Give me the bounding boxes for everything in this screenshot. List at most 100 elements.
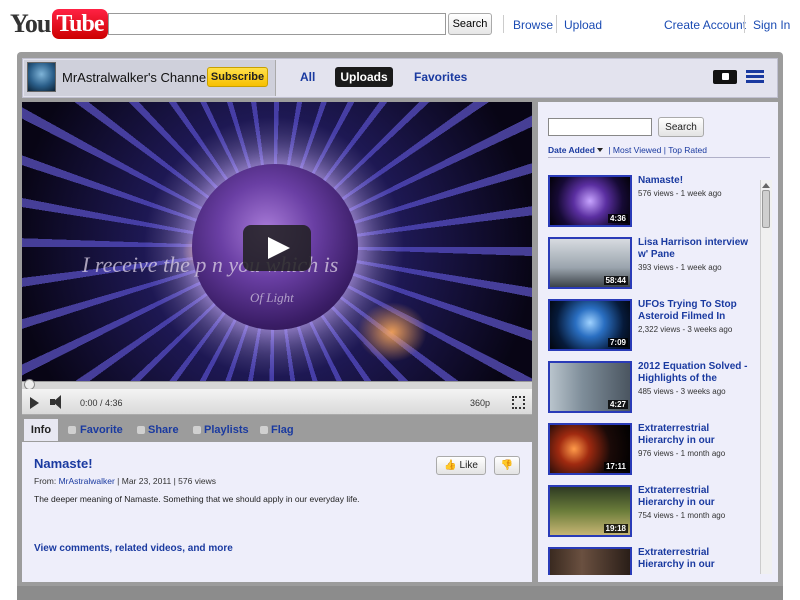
video-list: 4:36 Namaste! 576 views - 1 week ago 58:… [538,163,760,575]
divider [556,15,557,33]
video-description: The deeper meaning of Namaste. Something… [34,494,360,504]
tab-info[interactable]: Info [24,419,58,441]
tab-favorite[interactable]: Favorite [80,424,123,436]
tab-favorites[interactable]: Favorites [414,70,467,84]
video-thumbnail[interactable]: 7:09 [548,299,632,351]
like-label: Like [459,460,478,471]
thumbs-down-icon: 👎 [500,460,514,471]
sort-separator: | [663,145,666,155]
video-player[interactable]: I receive the p n you which is Of Light [22,102,532,386]
sort-separator: | [608,145,611,155]
video-meta: From: MrAstralwalker | Mar 23, 2011 | 57… [34,476,216,486]
duration-badge: 19:18 [603,524,628,533]
duration-badge: 58:44 [603,276,628,285]
video-meta: 2,322 views - 3 weeks ago [638,325,733,334]
heart-icon [68,426,76,434]
video-title[interactable]: Lisa Harrison interview w' Pane [638,237,756,261]
divider [503,15,504,33]
divider [548,157,770,158]
list-item[interactable]: 58:44 Lisa Harrison interview w' Pane 39… [548,237,760,289]
video-thumbnail[interactable]: 19:18 [548,485,632,537]
channel-name[interactable]: MrAstralwalker's Channel [62,70,209,85]
big-play-icon[interactable] [243,225,311,271]
fullscreen-icon[interactable] [512,396,525,409]
scroll-up-icon[interactable] [762,183,770,188]
logo-tube-text: Tube [52,9,108,39]
search-button[interactable]: Search [448,13,492,35]
video-overlay-subtext: Of Light [250,290,294,305]
share-icon [137,426,145,434]
video-meta: 576 views - 1 week ago [638,189,722,198]
duration-badge: 7:09 [607,338,628,347]
list-item[interactable]: 4:27 2012 Equation Solved - Highlights o… [548,361,760,413]
video-meta: 393 views - 1 week ago [638,263,722,272]
player-view-icon[interactable] [713,70,737,84]
duration-badge: 4:36 [607,214,628,223]
list-item[interactable]: 4:36 Namaste! 576 views - 1 week ago [548,175,760,227]
video-title[interactable]: UFOs Trying To Stop Asteroid Filmed In [638,299,756,323]
avatar[interactable] [27,62,56,92]
tab-uploads[interactable]: Uploads [335,67,393,87]
sort-most-viewed[interactable]: Most Viewed [613,145,662,155]
video-thumbnail[interactable]: 58:44 [548,237,632,289]
playlist-icon [193,426,201,434]
video-title[interactable]: Namaste! [34,456,93,471]
video-meta: 485 views - 3 weeks ago [638,387,726,396]
author-link[interactable]: MrAstralwalker [59,476,115,486]
video-meta: 976 views - 1 month ago [638,449,726,458]
tab-flag[interactable]: Flag [271,424,294,436]
bottom-strip [17,586,783,600]
logo-you-text: You [10,9,51,38]
duration-badge: 17:11 [603,462,628,471]
create-account-link[interactable]: Create Account [664,18,746,32]
list-item[interactable]: 17:11 Extraterrestrial Hierarchy in our … [548,423,760,475]
video-thumbnail[interactable]: 4:36 [548,175,632,227]
view-more-link[interactable]: View comments, related videos, and more [34,543,233,554]
youtube-logo[interactable]: You Tube [10,8,108,40]
channel-search-input[interactable] [548,118,652,136]
video-flare [357,302,427,362]
from-label: From: [34,476,57,486]
list-item[interactable]: 19:18 Extraterrestrial Hierarchy in our … [548,485,760,537]
grid-view-icon[interactable] [746,70,764,83]
subscribe-button[interactable]: Subscribe [207,67,268,87]
video-meta: 754 views - 1 month ago [638,511,726,520]
like-button[interactable]: 👍 Like [436,456,486,475]
volume-icon[interactable] [50,395,68,409]
sort-top-rated[interactable]: Top Rated [668,145,707,155]
tab-share[interactable]: Share [148,424,179,436]
video-title[interactable]: 2012 Equation Solved - Highlights of the [638,361,756,385]
video-thumbnail[interactable] [548,547,632,575]
quality-selector[interactable]: 360p [470,398,490,408]
video-thumbnail[interactable]: 4:27 [548,361,632,413]
dislike-button[interactable]: 👎 [494,456,520,475]
video-thumbnail[interactable]: 17:11 [548,423,632,475]
view-count: 576 views [178,476,216,486]
upload-link[interactable]: Upload [564,18,602,32]
sort-bar: Date Added | Most Viewed | Top Rated [548,145,707,155]
search-input[interactable] [108,13,446,35]
video-title[interactable]: Extraterrestrial Hierarchy in our [638,547,756,571]
duration-badge: 4:27 [607,400,628,409]
thumbs-up-icon: 👍 [444,460,457,471]
tab-playlists[interactable]: Playlists [204,424,249,436]
sort-date-added[interactable]: Date Added [548,145,595,155]
scroll-thumb[interactable] [762,190,770,228]
video-title[interactable]: Extraterrestrial Hierarchy in our [638,423,756,447]
video-title[interactable]: Namaste! [638,175,756,187]
play-icon[interactable] [30,397,39,409]
tab-all[interactable]: All [300,70,315,84]
divider [744,15,745,33]
progress-bar[interactable] [22,381,532,389]
list-item[interactable]: Extraterrestrial Hierarchy in our [548,547,760,575]
time-display: 0:00 / 4:36 [80,398,123,408]
channel-search-button[interactable]: Search [658,117,704,137]
video-title[interactable]: Extraterrestrial Hierarchy in our [638,485,756,509]
scrollbar[interactable] [760,180,772,574]
browse-link[interactable]: Browse [513,18,553,32]
upload-date: Mar 23, 2011 [121,476,172,486]
sign-in-link[interactable]: Sign In [753,18,790,32]
flag-icon [260,426,268,434]
list-item[interactable]: 7:09 UFOs Trying To Stop Asteroid Filmed… [548,299,760,351]
dropdown-arrow-icon[interactable] [596,148,603,152]
